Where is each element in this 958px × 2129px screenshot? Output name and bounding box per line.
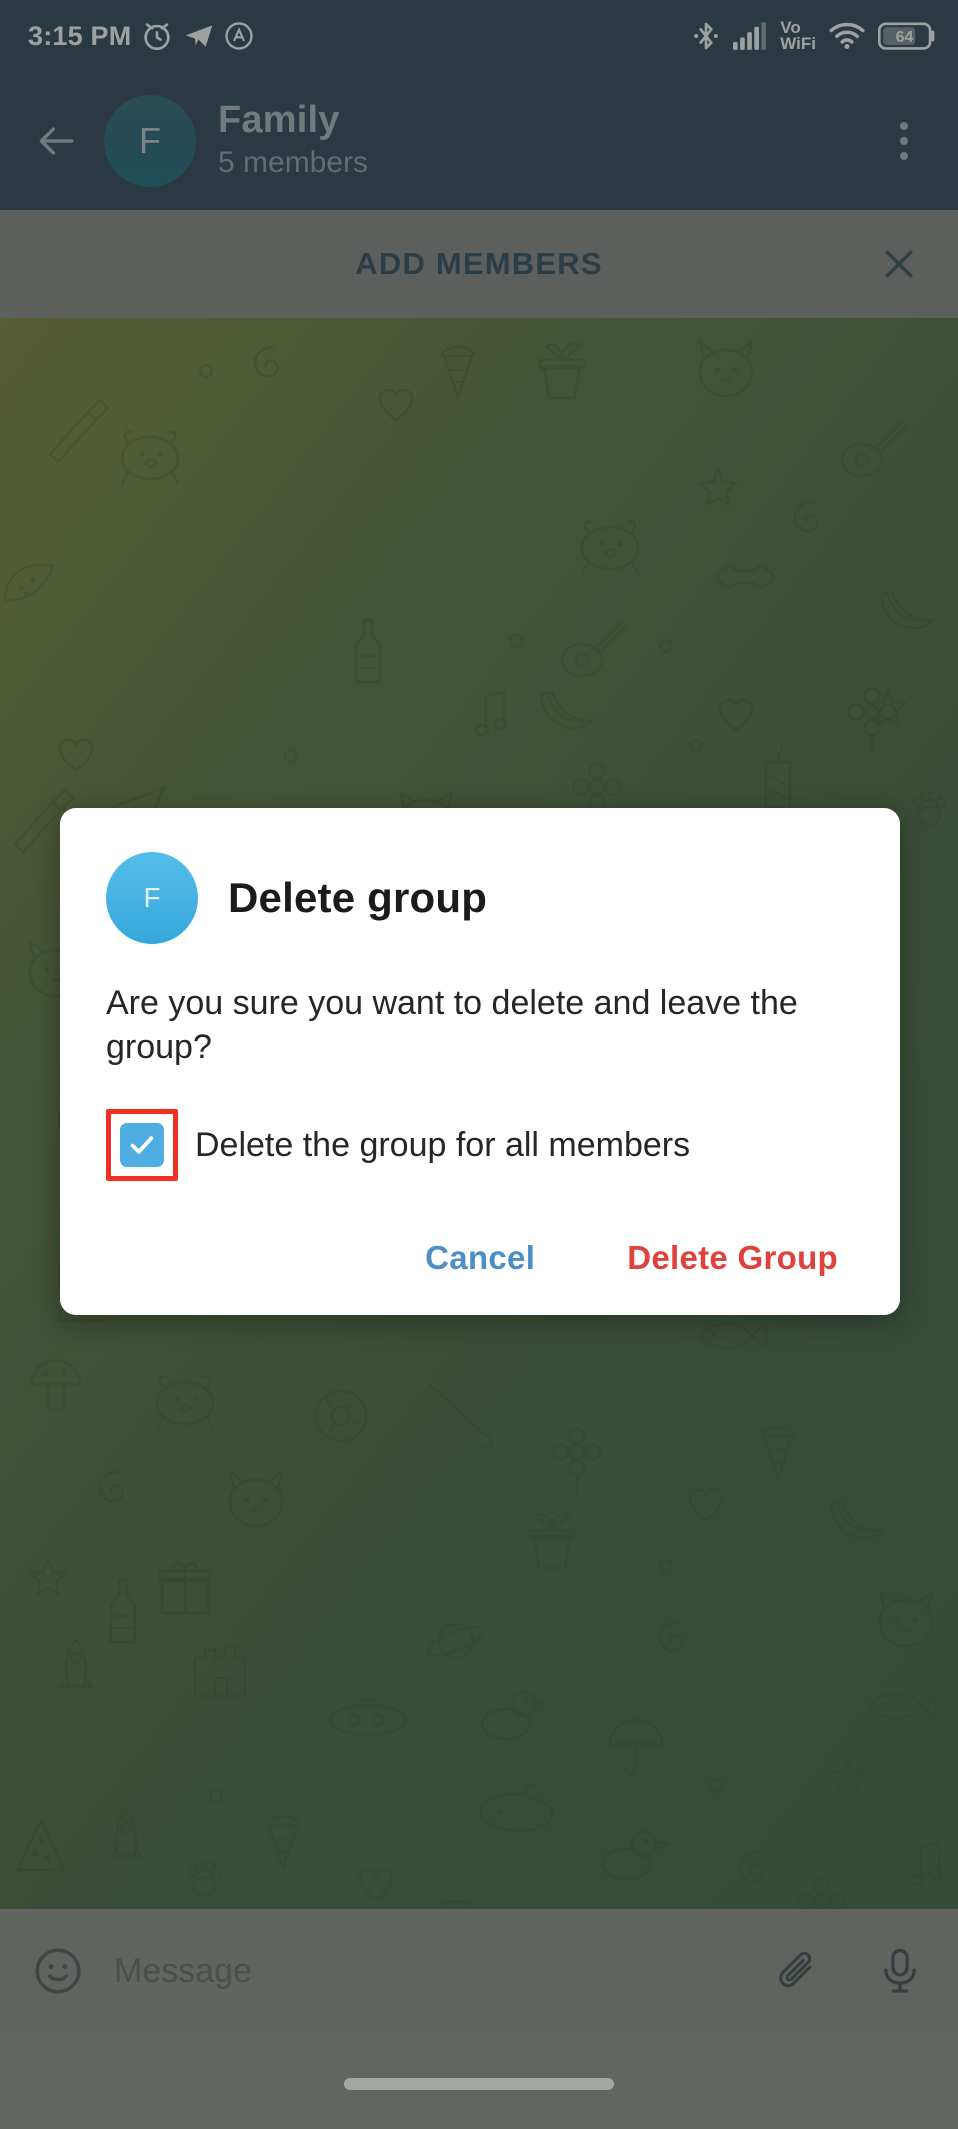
dialog-title: Delete group	[228, 874, 488, 921]
dialog-avatar-letter: F	[143, 882, 161, 913]
delete-group-dialog: F Delete group Are you sure you want to …	[60, 808, 900, 1316]
phone-screen: 3:15 PM Vo WiFi 64 F Family 5 members AD…	[0, 0, 958, 2129]
delete-for-all-row[interactable]: Delete the group for all members	[98, 1109, 862, 1182]
delete-for-all-checkbox[interactable]	[120, 1123, 164, 1168]
checkmark-icon	[130, 1136, 154, 1154]
checkbox-highlight-annotation	[106, 1109, 178, 1182]
delete-for-all-label: Delete the group for all members	[195, 1125, 691, 1164]
delete-group-button[interactable]: Delete Group	[607, 1223, 858, 1293]
dialog-avatar: F	[106, 852, 198, 944]
dialog-action-row: Cancel Delete Group	[98, 1223, 862, 1293]
dialog-message: Are you sure you want to delete and leav…	[106, 984, 798, 1066]
dialog-header-row: F Delete group	[98, 852, 862, 944]
cancel-button[interactable]: Cancel	[405, 1223, 555, 1293]
